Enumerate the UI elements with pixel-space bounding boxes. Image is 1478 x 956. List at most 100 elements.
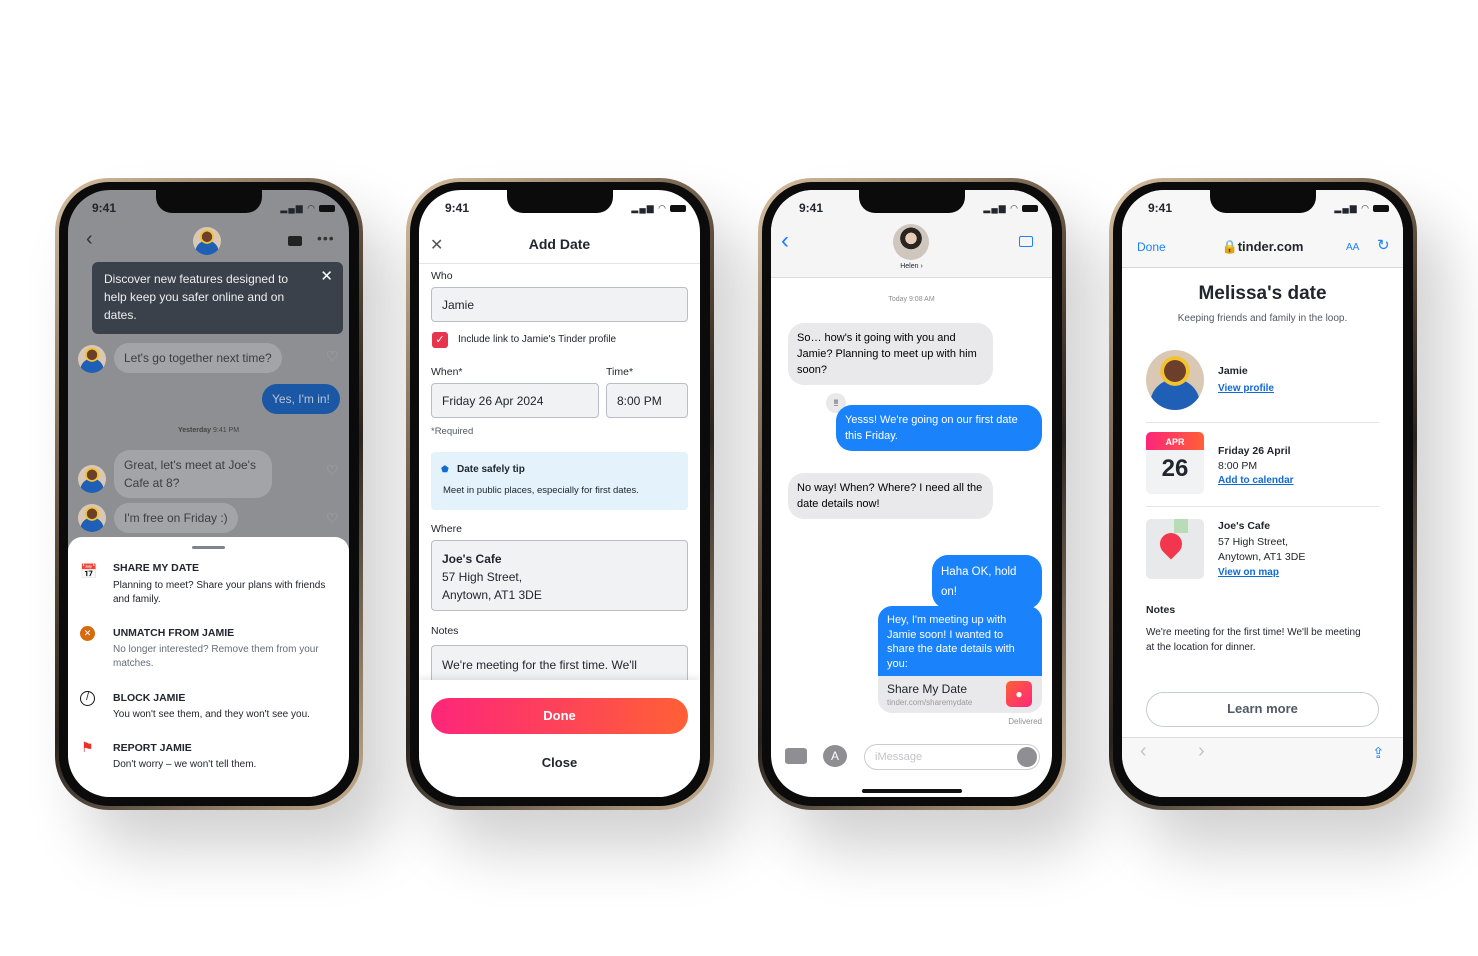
avatar[interactable] xyxy=(193,227,221,255)
status-icons: ▂▄▆ ◠ xyxy=(983,203,1038,214)
status-time: 9:41 xyxy=(92,201,117,215)
reload-icon[interactable]: ↻ xyxy=(1377,236,1390,254)
heart-icon[interactable]: ♡ xyxy=(326,348,339,365)
app-store-icon[interactable]: A xyxy=(823,745,847,767)
divider xyxy=(1146,422,1379,423)
where-input[interactable]: Joe's Cafe 57 High Street, Anytown, AT1 3D… xyxy=(431,540,688,611)
message-bubble: I'm free on Friday :) xyxy=(114,503,238,533)
message-bubble: No way! When? Where? I need all the date… xyxy=(788,473,993,519)
screen: 9:41 ▂▄▆ ◠ ✕ Add Date Who Jamie ✓ Includ… xyxy=(419,190,700,797)
who-label: Who xyxy=(431,270,453,282)
phone-imessage: 9:41 ▂▄▆ ◠ ‹ Helen › Today 9:08 AM So… h… xyxy=(758,178,1066,810)
message-bubble: Let's go together next time? xyxy=(114,343,282,373)
view-on-map-link[interactable]: View on map xyxy=(1218,567,1279,578)
contact-avatar[interactable] xyxy=(893,224,929,260)
who-input[interactable]: Jamie xyxy=(431,287,688,322)
tip-text: Meet in public places, especially for fi… xyxy=(443,485,639,496)
timestamp: Today 9:08 AM xyxy=(888,296,935,303)
imessage-input[interactable]: iMessage xyxy=(864,744,1040,770)
share-my-date-item[interactable]: SHARE MY DATE Planning to meet? Share you… xyxy=(113,561,338,607)
audio-icon[interactable] xyxy=(1017,747,1037,767)
avatar xyxy=(78,345,106,373)
report-item[interactable]: REPORT JAMIE Don't worry – we won't tell … xyxy=(113,741,338,772)
link-title: Share My Date xyxy=(887,682,968,696)
lock-icon: 🔒 xyxy=(1221,239,1238,254)
facetime-icon[interactable] xyxy=(1019,236,1033,247)
map-thumbnail[interactable] xyxy=(1146,519,1204,579)
place-name: Joe's Cafe xyxy=(1218,520,1271,532)
divider xyxy=(1146,506,1379,507)
block-item[interactable]: BLOCK JAMIE You won't see them, and they … xyxy=(113,691,343,722)
sheet-handle[interactable] xyxy=(192,546,225,549)
timestamp: Yesterday 9:41 PM xyxy=(177,427,240,434)
learn-more-button[interactable]: Learn more xyxy=(1146,692,1379,727)
shield-icon: ⬟ xyxy=(441,464,449,474)
avatar xyxy=(78,465,106,493)
tip-title: Date safely tip xyxy=(457,464,525,475)
notes-label: Notes xyxy=(431,625,459,637)
calendar-heart-icon: 📅 xyxy=(80,563,98,579)
heart-icon[interactable]: ♡ xyxy=(326,462,339,479)
back-icon[interactable]: ‹ xyxy=(781,227,789,255)
message-bubble: Yesss! We're going on our first date thi… xyxy=(836,405,1042,451)
notes-label: Notes xyxy=(1146,604,1176,616)
phone-shared-date-page: 9:41 ▂▄▆ ◠ Done 🔒tinder.com AA ↻ Melissa… xyxy=(1109,178,1417,810)
include-link-checkbox[interactable]: ✓ xyxy=(432,332,448,348)
status-time: 9:41 xyxy=(1148,201,1173,215)
forward-icon[interactable]: › xyxy=(1198,740,1205,763)
home-indicator xyxy=(862,789,962,793)
url-field[interactable]: 🔒tinder.com xyxy=(1122,239,1403,255)
message-bubble: Yes, I'm in! xyxy=(262,384,340,414)
notes-input[interactable]: We're meeting for the first time. We'll xyxy=(431,645,688,685)
unmatch-item[interactable]: UNMATCH FROM JAMIE No longer interested? … xyxy=(113,626,338,671)
map-pin-icon xyxy=(1155,528,1187,560)
address-line: 57 High Street, xyxy=(1218,536,1289,548)
date-text: Friday 26 April xyxy=(1218,445,1291,457)
done-button[interactable]: Done xyxy=(431,698,688,734)
time-text: 8:00 PM xyxy=(1218,460,1258,472)
tooltip-text: Discover new features designed to help k… xyxy=(104,272,289,322)
page-title: Add Date xyxy=(528,236,591,252)
calendar-icon: APR 26 xyxy=(1146,432,1204,494)
date-input[interactable]: Friday 26 Apr 2024 xyxy=(431,383,599,418)
phone-add-date: 9:41 ▂▄▆ ◠ ✕ Add Date Who Jamie ✓ Includ… xyxy=(406,178,714,810)
tooltip: Discover new features designed to help k… xyxy=(92,262,343,334)
delivered-status: Delivered xyxy=(1008,717,1042,726)
page-subtitle: Keeping friends and family in the loop. xyxy=(1177,313,1348,324)
heart-icon[interactable]: ♡ xyxy=(326,510,339,527)
message-bubble: Great, let's meet at Joe's Cafe at 8? xyxy=(114,450,272,498)
unmatch-icon: ✕ xyxy=(80,626,95,641)
close-icon[interactable]: ✕ xyxy=(320,268,333,286)
back-icon[interactable]: ‹ xyxy=(86,228,93,251)
notch xyxy=(1210,190,1316,213)
screen: 9:41 ▂▄▆ ◠ Done 🔒tinder.com AA ↻ Melissa… xyxy=(1122,190,1403,797)
add-to-calendar-link[interactable]: Add to calendar xyxy=(1218,475,1294,486)
link-url: tinder.com/sharemydate xyxy=(887,698,973,707)
notch xyxy=(507,190,613,213)
time-input[interactable]: 8:00 PM xyxy=(606,383,688,418)
text-size-button[interactable]: AA xyxy=(1346,242,1359,253)
video-icon[interactable] xyxy=(288,236,302,246)
page-title: Melissa's date xyxy=(1198,283,1327,304)
status-time: 9:41 xyxy=(445,201,470,215)
camera-icon[interactable] xyxy=(785,748,807,764)
message-bubble: Hey, I'm meeting up with Jamie soon! I w… xyxy=(878,606,1042,678)
contact-name[interactable]: Helen › xyxy=(771,263,1052,270)
back-icon[interactable]: ‹ xyxy=(1140,740,1147,763)
match-name: Jamie xyxy=(1218,365,1248,377)
more-icon[interactable]: ••• xyxy=(317,230,335,246)
notch xyxy=(156,190,262,213)
notch xyxy=(859,190,965,213)
link-preview[interactable]: Share My Date tinder.com/sharemydate ● xyxy=(878,676,1042,713)
share-icon[interactable]: ⇪ xyxy=(1372,744,1385,762)
close-button[interactable]: Close xyxy=(419,755,700,770)
safety-tip: ⬟ Date safely tip Meet in public places,… xyxy=(431,452,688,510)
block-icon: / xyxy=(80,691,95,706)
required-note: *Required xyxy=(431,426,474,437)
message-bubble: So… how's it going with you and Jamie? P… xyxy=(788,323,993,385)
when-label: When* xyxy=(431,366,463,378)
browser-toolbar: ‹ › ⇪ xyxy=(1122,737,1403,797)
status-icons: ▂▄▆ ◠ xyxy=(631,203,686,214)
include-link-label: Include link to Jamie's Tinder profile xyxy=(458,334,617,345)
view-profile-link[interactable]: View profile xyxy=(1218,383,1274,394)
